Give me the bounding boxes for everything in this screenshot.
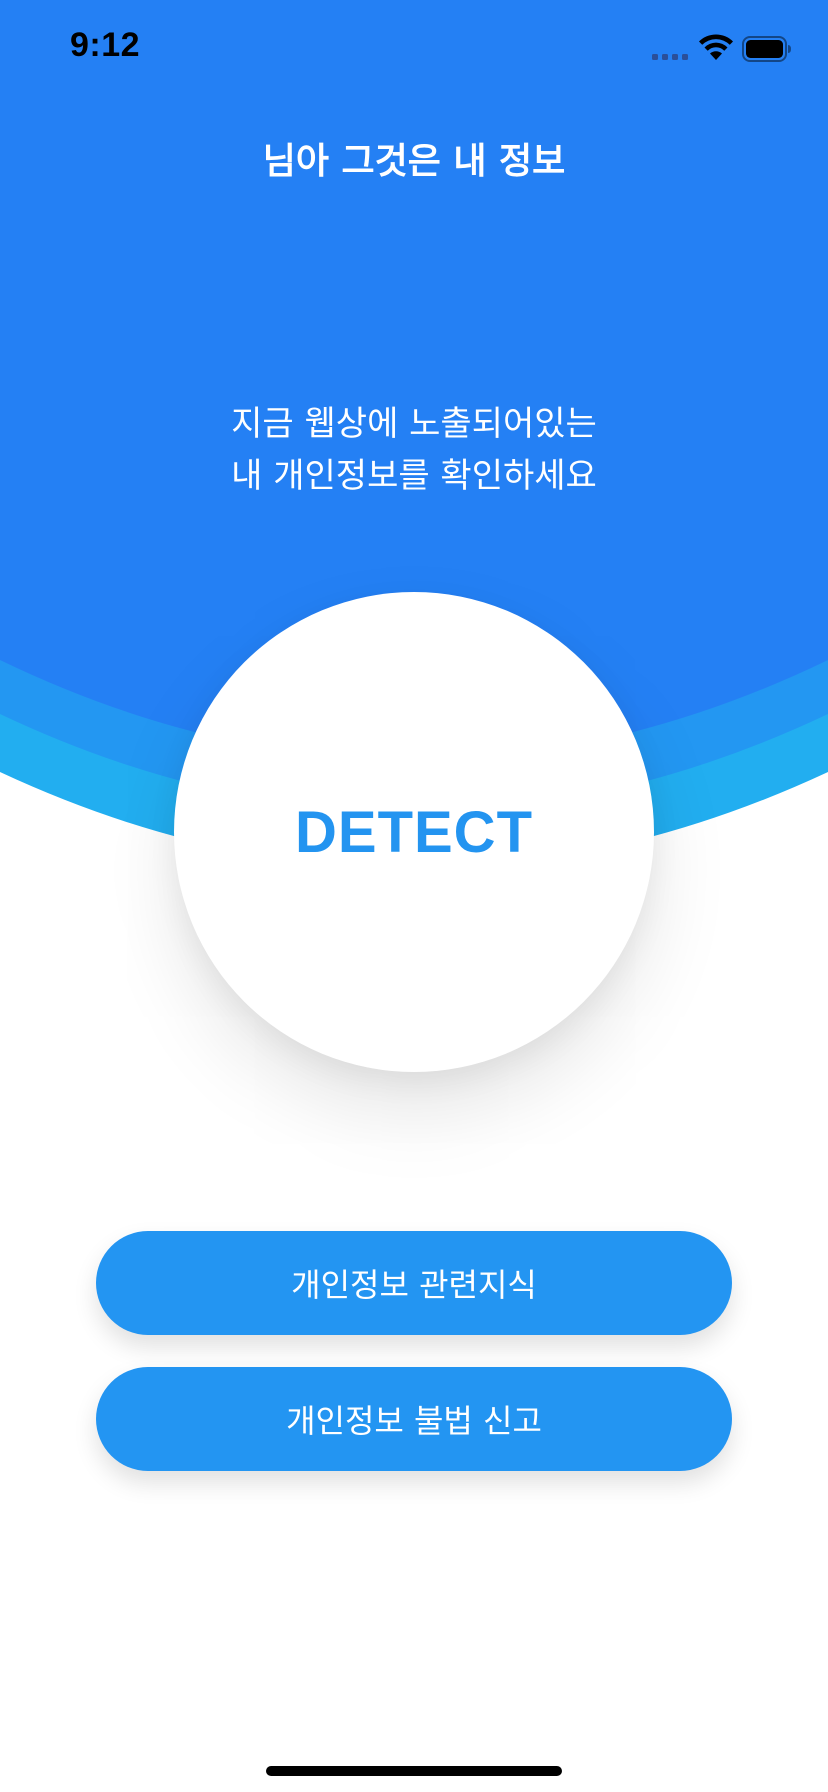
intro-line-1: 지금 웹상에 노출되어있는 [231, 404, 597, 444]
wifi-icon [699, 34, 733, 60]
home-indicator[interactable] [266, 1766, 562, 1776]
intro-text: 지금 웹상에 노출되어있는 내 개인정보를 확인하세요 [0, 398, 828, 502]
cellular-signal-icon [652, 54, 688, 60]
detect-button[interactable]: DETECT [174, 592, 654, 1072]
battery-icon [742, 36, 791, 62]
detect-label: DETECT [295, 799, 533, 865]
privacy-report-button[interactable]: 개인정보 불법 신고 [96, 1367, 732, 1471]
app-screen: 9:12 님아 그것은 내 정보 지금 웹상에 노출되어있는 내 개인정보를 확… [0, 0, 828, 1792]
status-bar: 9:12 [0, 0, 828, 100]
app-title: 님아 그것은 내 정보 [262, 141, 566, 182]
privacy-knowledge-button[interactable]: 개인정보 관련지식 [96, 1231, 732, 1335]
intro-line-2: 내 개인정보를 확인하세요 [231, 456, 597, 496]
status-time: 9:12 [70, 26, 141, 64]
